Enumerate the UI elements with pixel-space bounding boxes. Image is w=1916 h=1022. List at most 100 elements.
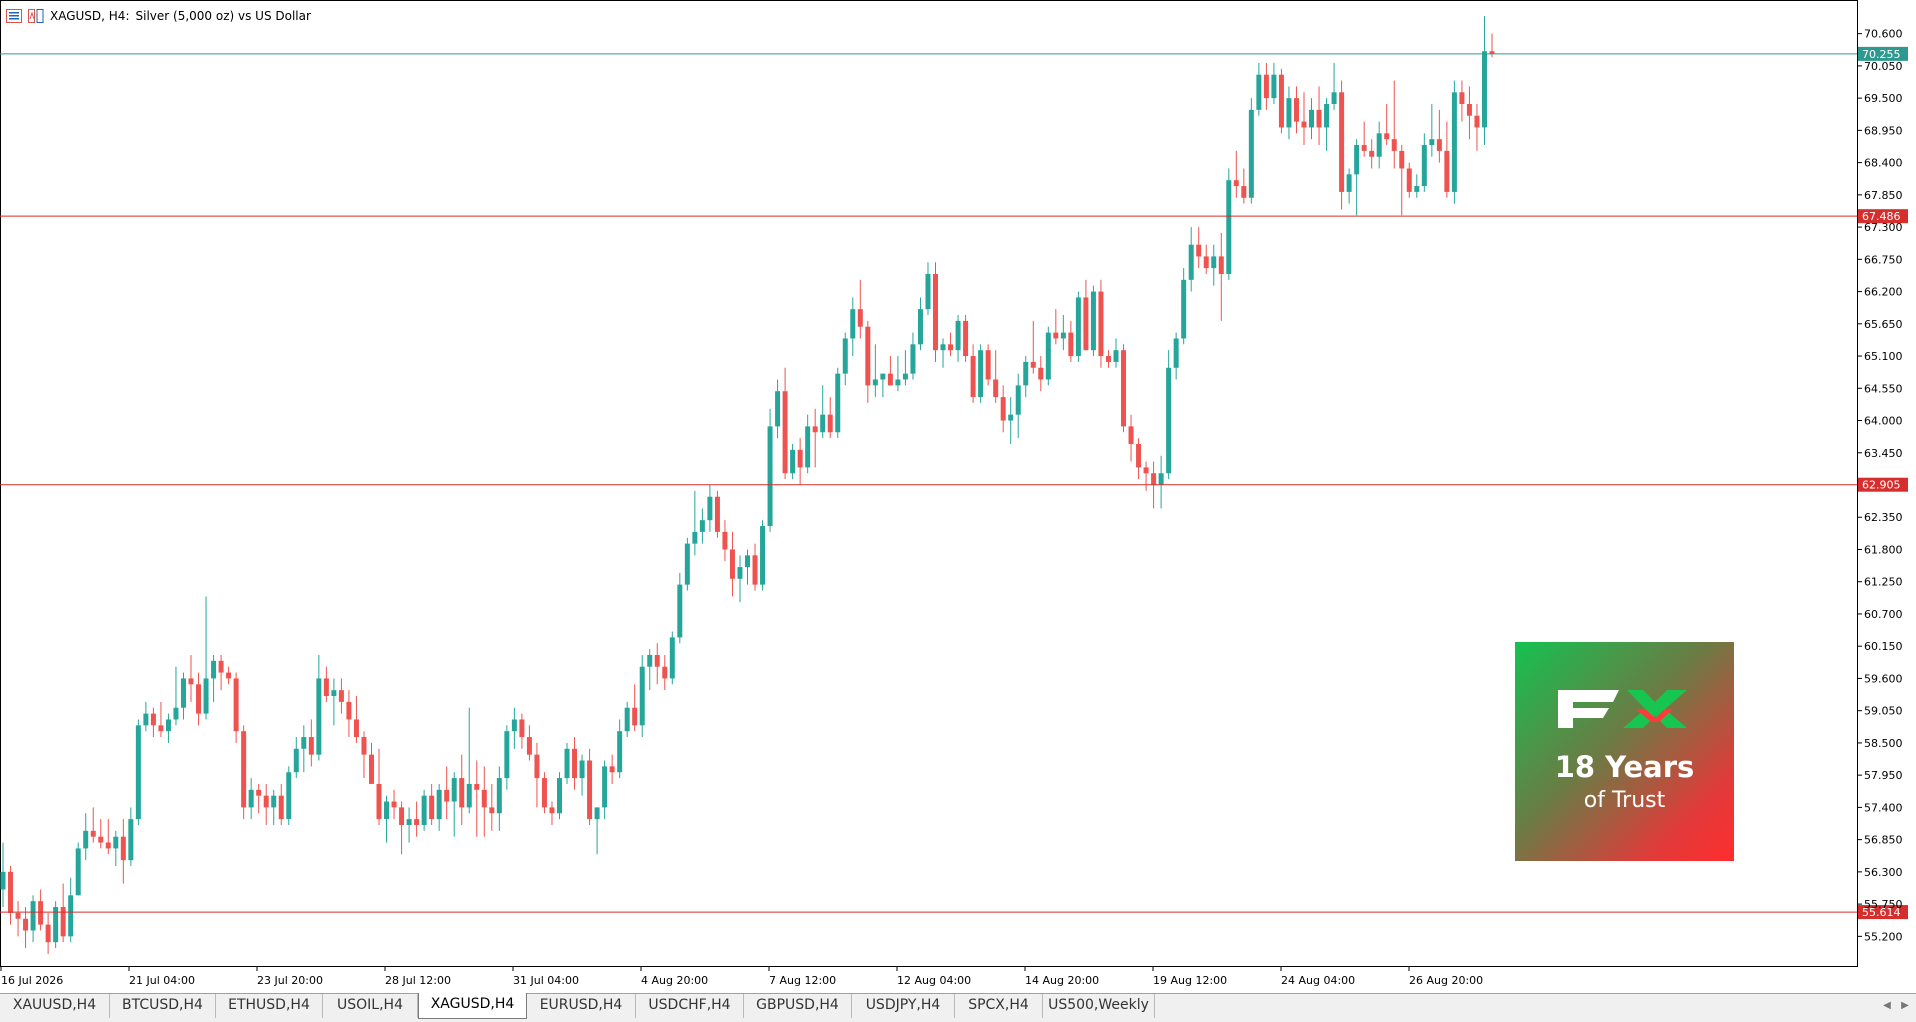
candle-body [1309, 109, 1315, 128]
tab-spcx[interactable]: SPCX,H4 [955, 994, 1043, 1018]
time-tick-label: 31 Jul 04:00 [513, 974, 579, 987]
price-tick-label: 66.200 [1864, 286, 1903, 299]
candle-body [421, 795, 427, 825]
candle-body [98, 836, 104, 843]
candle-body [835, 373, 841, 433]
price-tick-label: 62.350 [1864, 511, 1903, 524]
candle-body [842, 338, 848, 374]
candle-body [925, 273, 931, 310]
candle-body [1053, 332, 1059, 339]
candle-body [880, 373, 886, 380]
candle-body [173, 707, 179, 720]
bars-menu-icon[interactable] [6, 9, 22, 23]
price-tick-label: 60.700 [1864, 608, 1903, 621]
candle-body [361, 737, 367, 755]
tab-gbpusd[interactable]: GBPUSD,H4 [744, 994, 852, 1018]
candle-body [850, 309, 856, 339]
candle-body [323, 678, 329, 697]
tab-eurusd[interactable]: EURUSD,H4 [527, 994, 636, 1018]
candle-body [406, 819, 412, 825]
candle-body [1158, 473, 1164, 485]
tab-usdjpy[interactable]: USDJPY,H4 [852, 994, 955, 1018]
candle [1166, 350, 1172, 480]
logo-tagline-trust: of Trust [1583, 788, 1666, 813]
candle-body [1436, 139, 1442, 151]
tab-xagusd[interactable]: XAGUSD,H4 [418, 993, 527, 1019]
candle-body [459, 778, 465, 808]
chart-area[interactable]: 67.486 62.905 55.614 70.255 70.600 70.050 69.… [0, 0, 1916, 1022]
price-tick-label: 61.800 [1864, 543, 1903, 556]
tab-usoil[interactable]: USOIL,H4 [323, 994, 418, 1018]
time-tick-label: 16 Jul 2026 [1, 974, 63, 987]
candle-body [692, 531, 698, 544]
time-tick-label: 19 Aug 12:00 [1153, 974, 1227, 987]
candle [135, 719, 141, 825]
candle-body [1030, 361, 1036, 368]
time-tick-label: 24 Aug 04:00 [1281, 974, 1355, 987]
tabs-scroll-controls: ◀ ▶ [1880, 998, 1912, 1014]
candle-body [1098, 291, 1104, 357]
candle-body [572, 748, 578, 779]
tab-btcusd[interactable]: BTCUSD,H4 [110, 994, 216, 1018]
candle-body [632, 707, 638, 726]
candle-body [1384, 133, 1390, 140]
candle-body [1339, 92, 1345, 192]
candle-body [1000, 397, 1006, 421]
candle-body [1301, 121, 1307, 128]
candle-body [38, 901, 44, 925]
candle-body [30, 901, 36, 931]
candle-body [617, 731, 623, 773]
candle-body [368, 754, 374, 784]
price-tick-label: 64.550 [1864, 382, 1903, 395]
candle-body [805, 426, 811, 468]
candle-body [624, 707, 630, 732]
candle [767, 408, 773, 532]
tab-usdchf[interactable]: USDCHF,H4 [636, 994, 744, 1018]
time-tick-label: 23 Jul 20:00 [257, 974, 323, 987]
candle-body [120, 836, 126, 861]
price-tick-label: 57.950 [1864, 769, 1903, 782]
candle-body [1271, 74, 1277, 99]
candle [1045, 326, 1051, 386]
candle-body [338, 690, 344, 702]
candle-body [902, 373, 908, 380]
candle-body [1406, 168, 1412, 192]
candle-body [1143, 467, 1149, 474]
candle-body [150, 713, 156, 726]
candle [1121, 344, 1127, 433]
candle-body [1293, 98, 1299, 122]
candle-body [669, 637, 675, 679]
candle-body [1218, 256, 1224, 274]
tab-us500[interactable]: US500,Weekly [1043, 994, 1155, 1018]
tab-ethusd[interactable]: ETHUSD,H4 [216, 994, 323, 1018]
candle-body [1181, 279, 1187, 339]
candle-body [511, 719, 517, 732]
candle-body [391, 801, 397, 808]
candle-body [940, 344, 946, 351]
candle-body [1331, 92, 1337, 104]
trade-panel-icon[interactable] [28, 9, 44, 23]
candle-body [1083, 297, 1089, 351]
tab-xauusd[interactable]: XAUUSD,H4 [0, 994, 110, 1018]
price-tick-label: 56.300 [1864, 866, 1903, 879]
candle-body [188, 678, 194, 685]
time-tick-label: 4 Aug 20:00 [641, 974, 708, 987]
scroll-left-icon[interactable]: ◀ [1880, 998, 1894, 1014]
candle-body [45, 924, 51, 943]
candle-body [857, 309, 863, 327]
candle-body [1196, 244, 1202, 257]
candle-body [872, 379, 878, 386]
candle-body [541, 778, 547, 808]
candle-body [1113, 350, 1119, 362]
candle-body [1188, 244, 1194, 280]
candle-body [654, 654, 660, 667]
candle-body [1316, 109, 1322, 128]
scroll-right-icon[interactable]: ▶ [1898, 998, 1912, 1014]
candle-body [165, 719, 171, 732]
candle-body [90, 830, 96, 837]
candle-body [278, 795, 284, 820]
candle-body [241, 731, 247, 808]
candle-body [331, 690, 337, 697]
candle-body [1038, 367, 1044, 380]
price-tick-label: 57.400 [1864, 801, 1903, 814]
